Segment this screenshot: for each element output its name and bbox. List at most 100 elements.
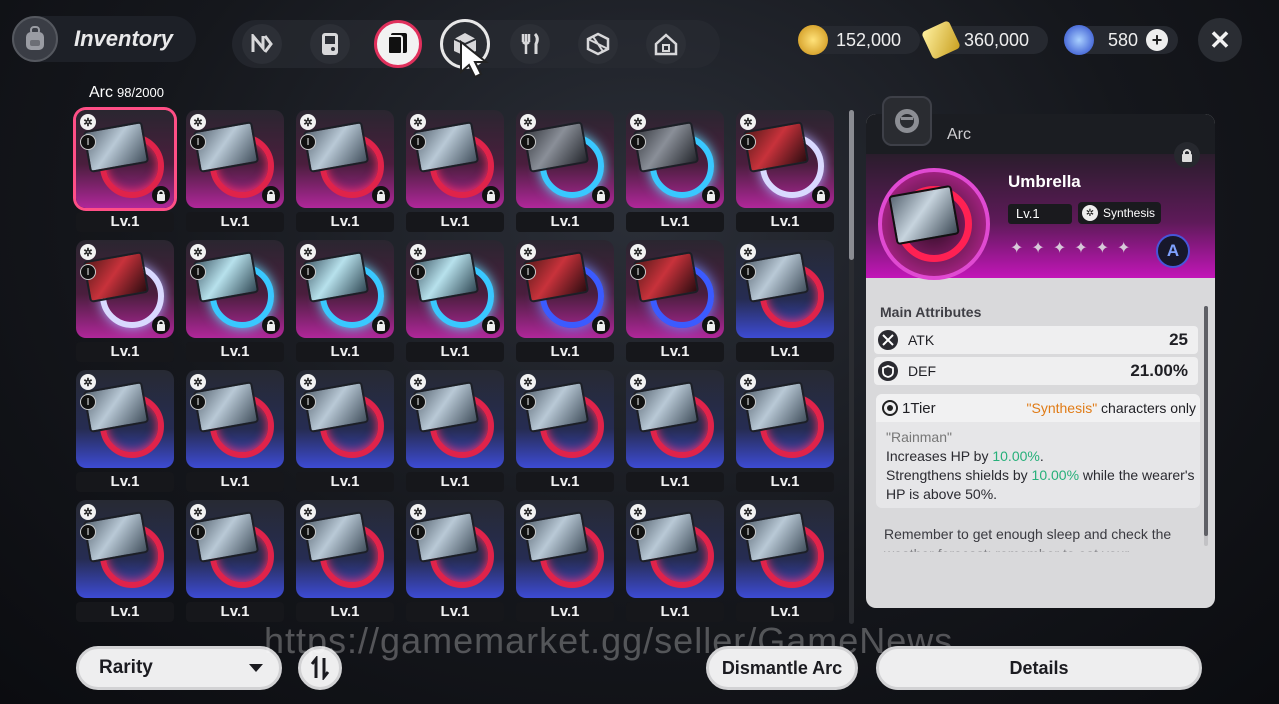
arc-item[interactable]: ✲ I Lv.1 bbox=[626, 370, 724, 492]
currency-crystal[interactable]: 580 + bbox=[1064, 25, 1178, 55]
rank-badge: A bbox=[1156, 234, 1190, 268]
arc-card[interactable]: ✲ I bbox=[516, 500, 614, 598]
atk-row: ATK 25 bbox=[874, 326, 1198, 354]
arc-disc-art bbox=[878, 168, 990, 280]
lock-toggle-button[interactable] bbox=[1174, 142, 1200, 168]
arc-item[interactable]: ✲ I Lv.1 bbox=[736, 370, 834, 492]
arc-card[interactable]: ✲ I bbox=[186, 370, 284, 468]
tier-icon: I bbox=[300, 394, 316, 410]
arc-item[interactable]: ✲ I Lv.1 bbox=[406, 370, 504, 492]
mouse-cursor-icon bbox=[458, 39, 496, 85]
arc-item[interactable]: ✲ I Lv.1 bbox=[296, 370, 394, 492]
tier-icon: I bbox=[520, 134, 536, 150]
arc-card[interactable]: ✲ I bbox=[76, 370, 174, 468]
arc-card[interactable]: ✲ I bbox=[296, 240, 394, 338]
tier-icon: I bbox=[300, 134, 316, 150]
arc-item[interactable]: ✲ I Lv.1 bbox=[76, 240, 174, 362]
arc-item[interactable]: ✲ I Lv.1 bbox=[516, 500, 614, 622]
arc-card[interactable]: ✲ I bbox=[406, 370, 504, 468]
arc-item[interactable]: ✲ I Lv.1 bbox=[76, 500, 174, 622]
arc-card[interactable]: ✲ I bbox=[736, 240, 834, 338]
arc-item[interactable]: ✲ I Lv.1 bbox=[406, 110, 504, 232]
arc-card[interactable]: ✲ I bbox=[186, 240, 284, 338]
arc-card[interactable]: ✲ I bbox=[186, 110, 284, 208]
arc-level-label: Lv.1 bbox=[186, 212, 284, 232]
arc-card[interactable]: ✲ I bbox=[626, 500, 724, 598]
arc-card[interactable]: ✲ I bbox=[516, 110, 614, 208]
arc-item[interactable]: ✲ I Lv.1 bbox=[296, 110, 394, 232]
element-icon: ✲ bbox=[300, 244, 316, 260]
lock-icon bbox=[482, 186, 500, 204]
arc-item[interactable]: ✲ I Lv.1 bbox=[76, 370, 174, 492]
arc-item[interactable]: ✲ I Lv.1 bbox=[186, 370, 284, 492]
tier-effect-box: 1Tier "Synthesis" characters only "Rainm… bbox=[876, 394, 1200, 508]
arc-card[interactable]: ✲ I bbox=[516, 370, 614, 468]
crystal-value: 580 bbox=[1108, 29, 1139, 50]
grid-scrollbar-thumb[interactable] bbox=[849, 110, 854, 260]
arc-card[interactable]: ✲ I bbox=[76, 240, 174, 338]
arc-item[interactable]: ✲ I Lv.1 bbox=[296, 500, 394, 622]
lock-icon bbox=[702, 316, 720, 334]
arc-card[interactable]: ✲ I bbox=[296, 110, 394, 208]
currency-ticket[interactable]: 360,000 bbox=[921, 20, 1048, 60]
arc-item[interactable]: ✲ I Lv.1 bbox=[186, 110, 284, 232]
arc-card[interactable]: ✲ I bbox=[76, 500, 174, 598]
tab-box-icon[interactable] bbox=[578, 24, 618, 64]
arc-card[interactable]: ✲ I bbox=[406, 240, 504, 338]
arc-card[interactable]: ✲ I bbox=[516, 240, 614, 338]
arc-level-label: Lv.1 bbox=[296, 602, 394, 622]
details-button[interactable]: Details bbox=[876, 646, 1202, 690]
element-icon: ✲ bbox=[520, 114, 536, 130]
arc-item[interactable]: ✲ I Lv.1 bbox=[516, 370, 614, 492]
arc-item[interactable]: ✲ I Lv.1 bbox=[406, 240, 504, 362]
arc-card[interactable]: ✲ I bbox=[296, 370, 394, 468]
arc-level-label: Lv.1 bbox=[186, 602, 284, 622]
arc-card[interactable]: ✲ I bbox=[626, 110, 724, 208]
detail-scrollbar[interactable] bbox=[1204, 306, 1208, 546]
arc-card[interactable]: ✲ I bbox=[406, 500, 504, 598]
arc-item[interactable]: ✲ I Lv.1 bbox=[186, 500, 284, 622]
tab-handheld-icon[interactable] bbox=[310, 24, 350, 64]
arc-item[interactable]: ✲ I Lv.1 bbox=[186, 240, 284, 362]
arc-level-label: Lv.1 bbox=[736, 602, 834, 622]
arc-level-label: Lv.1 bbox=[626, 602, 724, 622]
lock-icon bbox=[262, 316, 280, 334]
arc-card[interactable]: ✲ I bbox=[736, 110, 834, 208]
arc-card[interactable]: ✲ I bbox=[296, 500, 394, 598]
tab-home-icon[interactable] bbox=[646, 24, 686, 64]
arc-item[interactable]: ✲ I Lv.1 bbox=[406, 500, 504, 622]
arc-card[interactable]: ✲ I bbox=[626, 370, 724, 468]
arc-item[interactable]: ✲ I Lv.1 bbox=[76, 110, 174, 232]
lock-icon bbox=[592, 316, 610, 334]
arc-item[interactable]: ✲ I Lv.1 bbox=[516, 240, 614, 362]
arc-card[interactable]: ✲ I bbox=[186, 500, 284, 598]
arc-level-label: Lv.1 bbox=[186, 342, 284, 362]
arc-card[interactable]: ✲ I bbox=[76, 110, 174, 208]
add-crystal-button[interactable]: + bbox=[1146, 29, 1169, 51]
detail-scrollbar-thumb[interactable] bbox=[1204, 306, 1208, 536]
arc-item[interactable]: ✲ I Lv.1 bbox=[626, 240, 724, 362]
currency-gold[interactable]: 152,000 bbox=[798, 25, 920, 55]
tier-icon: I bbox=[520, 264, 536, 280]
arc-level-label: Lv.1 bbox=[406, 472, 504, 492]
arc-item[interactable]: ✲ I Lv.1 bbox=[516, 110, 614, 232]
arc-item[interactable]: ✲ I Lv.1 bbox=[296, 240, 394, 362]
arc-item[interactable]: ✲ I Lv.1 bbox=[736, 110, 834, 232]
arc-item[interactable]: ✲ I Lv.1 bbox=[736, 500, 834, 622]
rarity-sort-dropdown[interactable]: Rarity bbox=[76, 646, 282, 690]
grid-scrollbar[interactable] bbox=[849, 110, 854, 624]
tab-food-icon[interactable] bbox=[510, 24, 550, 64]
arc-item[interactable]: ✲ I Lv.1 bbox=[626, 500, 724, 622]
dismantle-arc-button[interactable]: Dismantle Arc bbox=[706, 646, 858, 690]
arc-item[interactable]: ✲ I Lv.1 bbox=[626, 110, 724, 232]
arc-card[interactable]: ✲ I bbox=[406, 110, 504, 208]
element-icon: ✲ bbox=[80, 244, 96, 260]
tier-req-highlight: "Synthesis" bbox=[1026, 400, 1098, 416]
arc-card[interactable]: ✲ I bbox=[626, 240, 724, 338]
close-button[interactable]: ✕ bbox=[1198, 18, 1242, 62]
arc-item[interactable]: ✲ I Lv.1 bbox=[736, 240, 834, 362]
arc-card[interactable]: ✲ I bbox=[736, 370, 834, 468]
tab-n-icon[interactable] bbox=[242, 24, 282, 64]
tab-arc-card-icon[interactable] bbox=[374, 20, 422, 68]
arc-card[interactable]: ✲ I bbox=[736, 500, 834, 598]
